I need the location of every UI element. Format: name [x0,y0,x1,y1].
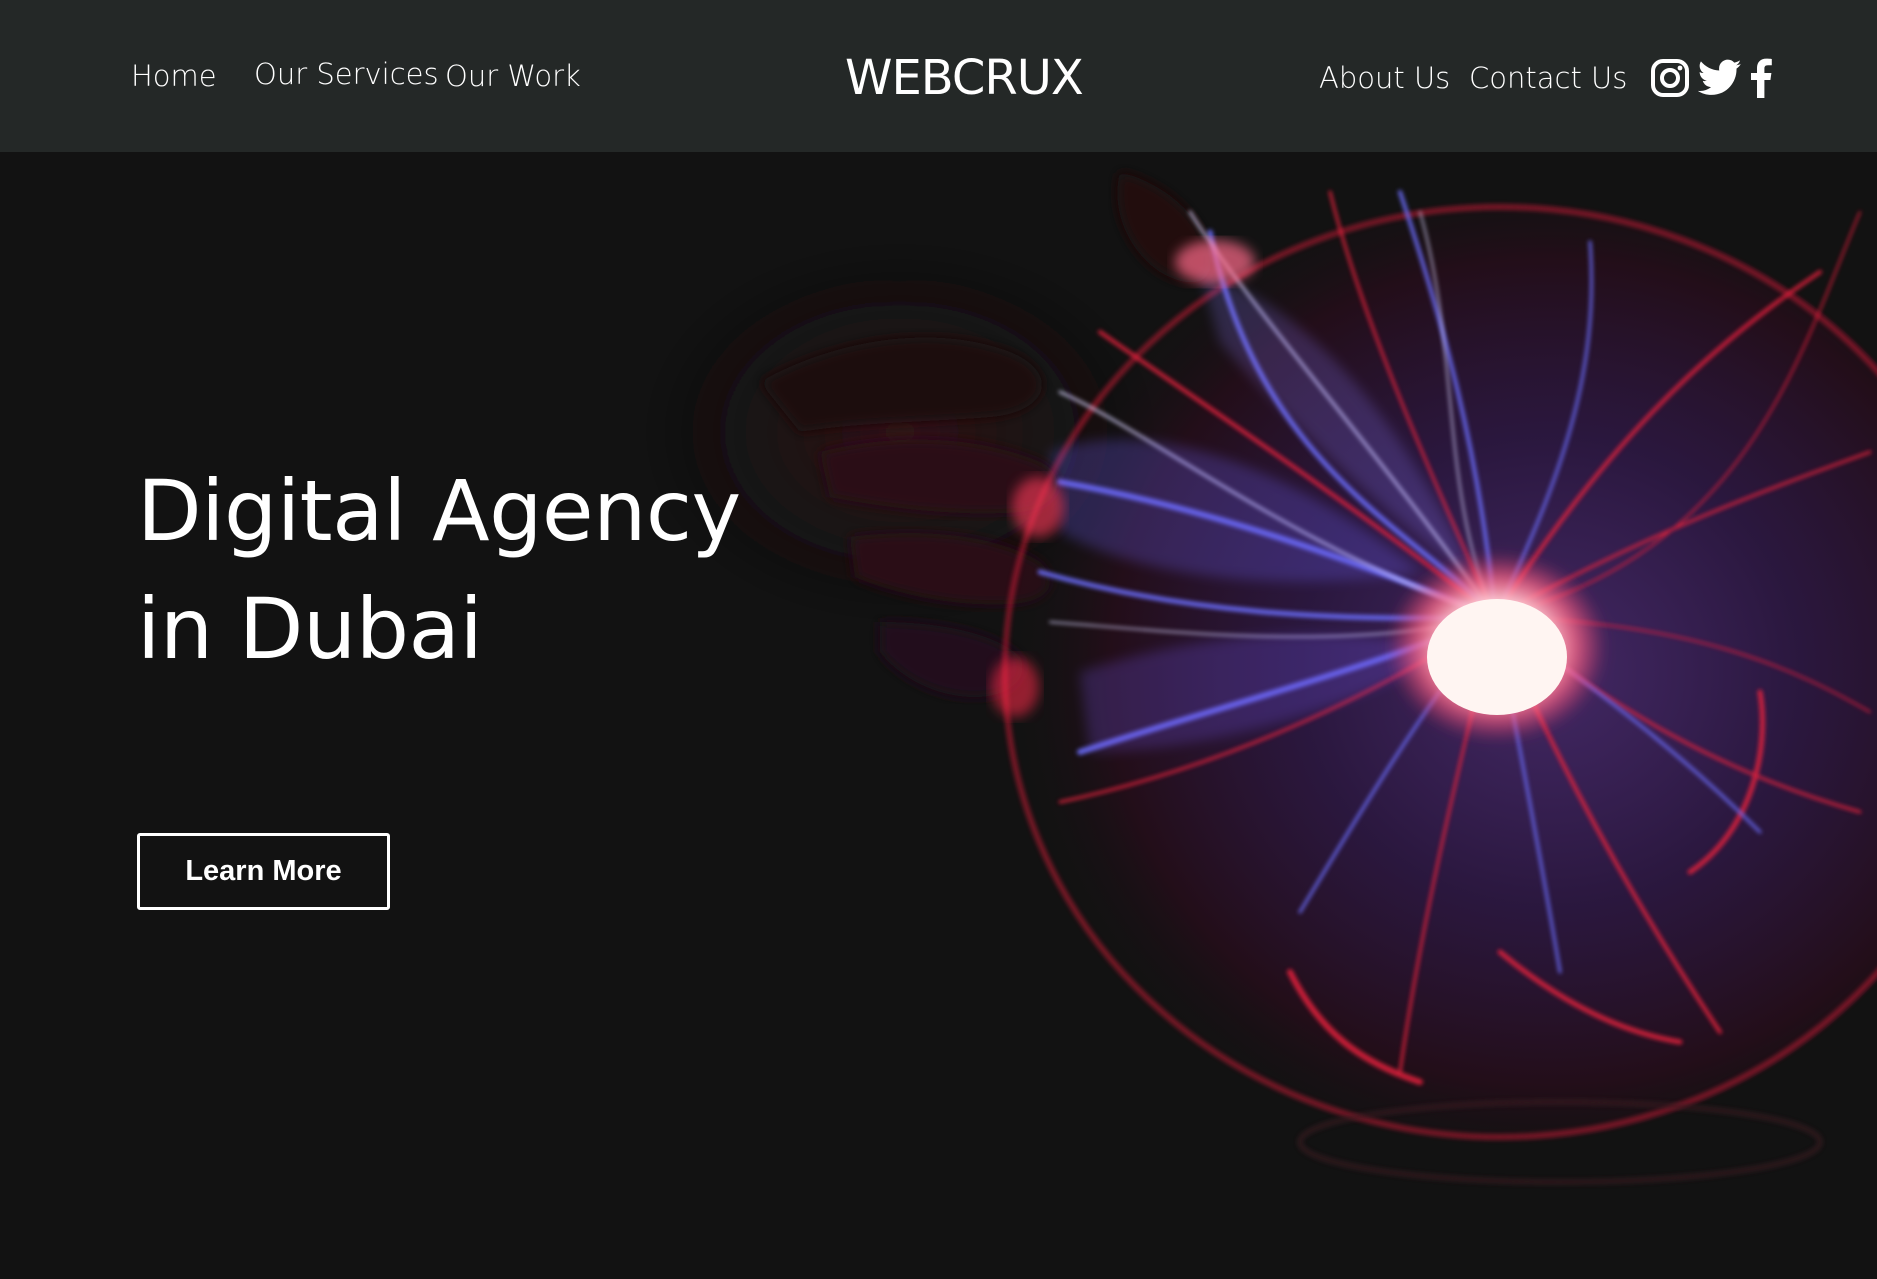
instagram-icon[interactable] [1650,58,1690,98]
nav-contact-link[interactable]: Contact Us [1469,64,1627,93]
hero-headline: Digital Agency in Dubai [137,452,741,688]
hero-headline-line-1: Digital Agency [137,462,741,560]
nav-services-link[interactable]: Our Services [254,60,439,89]
nav-about-link[interactable]: About Us [1319,64,1450,93]
hero-section: Digital Agency in Dubai Learn More [0,152,1877,1279]
nav-home-link[interactable]: Home [131,62,217,91]
site-logo[interactable]: WEBCRUX [845,54,1084,102]
plasma-ball-image [640,172,1877,1185]
nav-work-link[interactable]: Our Work [445,62,581,91]
top-navbar: Home Our Services Our Work WEBCRUX About… [0,0,1877,152]
hero-headline-line-2: in Dubai [137,580,483,678]
learn-more-button[interactable]: Learn More [137,833,390,910]
twitter-icon[interactable] [1697,58,1742,98]
facebook-icon[interactable] [1748,58,1774,98]
